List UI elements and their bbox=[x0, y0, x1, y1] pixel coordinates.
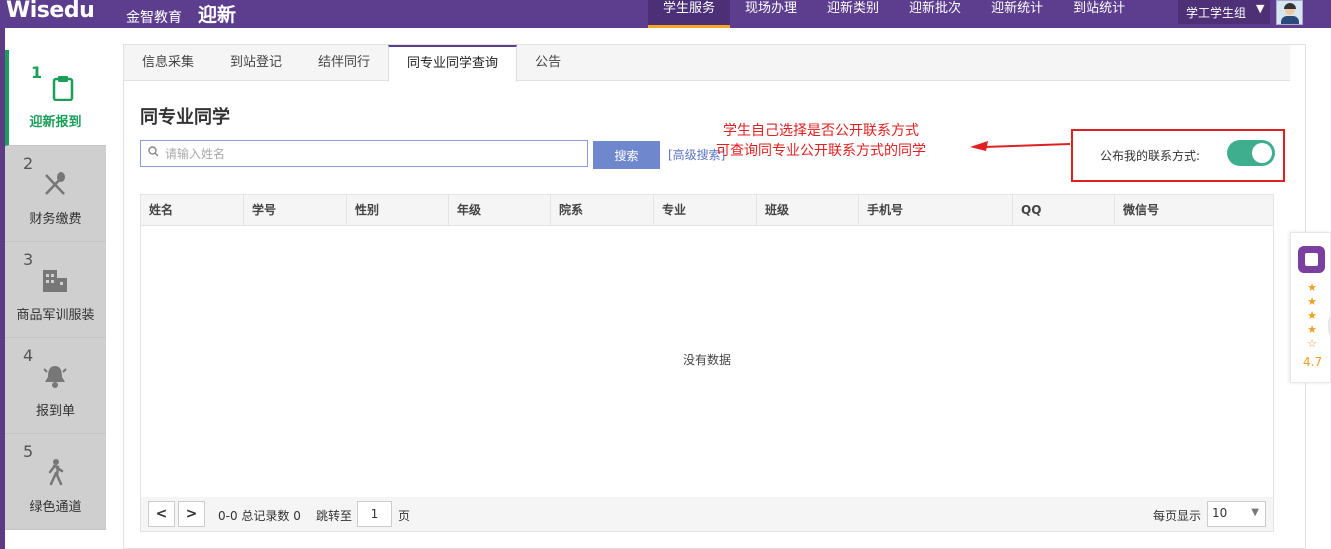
nav-onsite[interactable]: 现场办理 bbox=[730, 0, 812, 28]
step-checkin[interactable]: 1 迎新报到 bbox=[5, 50, 106, 146]
tab-station-register[interactable]: 到站登记 bbox=[212, 45, 300, 81]
column-header[interactable]: 微信号 bbox=[1115, 195, 1273, 226]
tab-announcement[interactable]: 公告 bbox=[517, 45, 579, 81]
step-label: 财务缴费 bbox=[29, 212, 82, 227]
app-icon[interactable] bbox=[1298, 246, 1325, 273]
per-page-label: 每页显示 bbox=[1153, 509, 1202, 523]
column-header[interactable]: 专业 bbox=[654, 195, 757, 226]
column-header[interactable]: 性别 bbox=[347, 195, 449, 226]
step-number: 4 bbox=[23, 346, 34, 365]
annotation-text: 学生自己选择是否公开联系方式 可查询同专业公开联系方式的同学 bbox=[716, 121, 926, 161]
column-header[interactable]: 班级 bbox=[757, 195, 859, 226]
rating-score: 4.7 bbox=[1303, 355, 1323, 369]
annotation-line2: 可查询同专业公开联系方式的同学 bbox=[716, 143, 926, 159]
tab-travel-together[interactable]: 结伴同行 bbox=[300, 45, 388, 81]
page-unit-label: 页 bbox=[398, 509, 411, 523]
column-header[interactable]: QQ bbox=[1013, 195, 1115, 226]
avatar[interactable] bbox=[1276, 0, 1303, 25]
brand-cn-name: 金智教育 bbox=[126, 10, 182, 26]
tab-bar: 信息采集 到站登记 结伴同行 同专业同学查询 公告 bbox=[124, 45, 1290, 82]
column-header[interactable]: 院系 bbox=[551, 195, 654, 226]
step-label: 绿色通道 bbox=[29, 500, 82, 515]
step-goods[interactable]: 3 商品军训服装 bbox=[5, 242, 106, 338]
tab-same-major-query[interactable]: 同专业同学查询 bbox=[388, 45, 518, 82]
column-header[interactable]: 年级 bbox=[449, 195, 551, 226]
classmates-table: 姓名 学号 性别 年级 院系 专业 班级 手机号 QQ 微信号 没有数据 < >… bbox=[140, 194, 1274, 532]
top-bar: Wisedu 金智教育 迎新 学生服务 现场办理 迎新类别 迎新批次 迎新统计 … bbox=[0, 0, 1331, 28]
step-number: 2 bbox=[23, 154, 34, 173]
step-green-channel[interactable]: 5 绿色通道 bbox=[5, 434, 106, 530]
walker-icon bbox=[41, 458, 69, 486]
step-number: 5 bbox=[23, 442, 34, 461]
step-label: 报到单 bbox=[35, 404, 75, 419]
main-nav: 学生服务 现场办理 迎新类别 迎新批次 迎新统计 到站统计 bbox=[648, 0, 1140, 28]
toggle-knob bbox=[1252, 143, 1272, 163]
page-number-input[interactable]: 1 bbox=[357, 501, 392, 527]
per-page-select[interactable]: 10 ▼ bbox=[1207, 501, 1266, 527]
search-field[interactable] bbox=[140, 140, 588, 167]
app-name: 迎新 bbox=[198, 4, 237, 26]
prev-page-button[interactable]: < bbox=[148, 501, 175, 527]
step-number: 1 bbox=[31, 63, 43, 82]
column-header[interactable]: 学号 bbox=[244, 195, 347, 226]
nav-batches[interactable]: 迎新批次 bbox=[894, 0, 976, 28]
rating-widget[interactable]: ★ ★ ★ ★ ☆ 4.7 bbox=[1290, 232, 1331, 383]
step-sidebar: 1 迎新报到 2 财务缴费 3 商品军训服装 4 报到单 5 绿色通道 bbox=[5, 50, 106, 530]
annotation-line1: 学生自己选择是否公开联系方式 bbox=[723, 123, 919, 139]
caret-down-icon[interactable]: ▼ bbox=[1256, 2, 1264, 15]
tab-info-collection[interactable]: 信息采集 bbox=[124, 45, 212, 81]
per-page-value: 10 bbox=[1212, 506, 1228, 520]
step-finance[interactable]: 2 财务缴费 bbox=[5, 146, 106, 242]
publish-contact-box: 公布我的联系方式: bbox=[1071, 129, 1285, 182]
step-label: 商品军训服装 bbox=[16, 308, 95, 323]
publish-contact-label: 公布我的联系方式: bbox=[1100, 149, 1201, 163]
page-title: 同专业同学 bbox=[140, 107, 230, 128]
nav-station-stats[interactable]: 到站统计 bbox=[1058, 0, 1140, 28]
jump-label: 跳转至 bbox=[316, 509, 353, 523]
nav-categories[interactable]: 迎新类别 bbox=[812, 0, 894, 28]
step-number: 3 bbox=[23, 250, 34, 269]
bell-icon bbox=[41, 362, 69, 390]
star-rating: ★ ★ ★ ★ ☆ bbox=[1307, 281, 1317, 350]
pagination-bar: < > 0-0 总记录数 0 跳转至 1 页 每页显示 10 ▼ bbox=[141, 497, 1273, 531]
nav-statistics[interactable]: 迎新统计 bbox=[976, 0, 1058, 28]
step-label: 迎新报到 bbox=[29, 115, 82, 130]
step-report[interactable]: 4 报到单 bbox=[5, 338, 106, 434]
nav-student-service[interactable]: 学生服务 bbox=[648, 0, 731, 28]
content-panel: 信息采集 到站登记 结伴同行 同专业同学查询 公告 同专业同学 搜索 [高级搜索… bbox=[123, 44, 1306, 549]
search-button[interactable]: 搜索 bbox=[593, 141, 660, 169]
next-page-button[interactable]: > bbox=[178, 501, 205, 527]
annotation-arrow-icon bbox=[970, 141, 1071, 151]
empty-table-message: 没有数据 bbox=[682, 353, 731, 367]
record-count: 0-0 总记录数 0 bbox=[218, 509, 301, 523]
publish-contact-toggle[interactable] bbox=[1227, 140, 1275, 166]
column-header[interactable]: 姓名 bbox=[141, 195, 244, 226]
clipboard-icon bbox=[49, 74, 77, 102]
search-input[interactable] bbox=[165, 144, 565, 163]
column-header[interactable]: 手机号 bbox=[859, 195, 1013, 226]
building-icon bbox=[41, 266, 69, 294]
brand-logo: Wisedu bbox=[6, 0, 95, 23]
search-icon bbox=[148, 146, 159, 160]
table-header: 姓名 学号 性别 年级 院系 专业 班级 手机号 QQ 微信号 bbox=[141, 195, 1273, 226]
fork-spoon-icon bbox=[41, 170, 69, 198]
caret-down-icon: ▼ bbox=[1251, 507, 1259, 518]
